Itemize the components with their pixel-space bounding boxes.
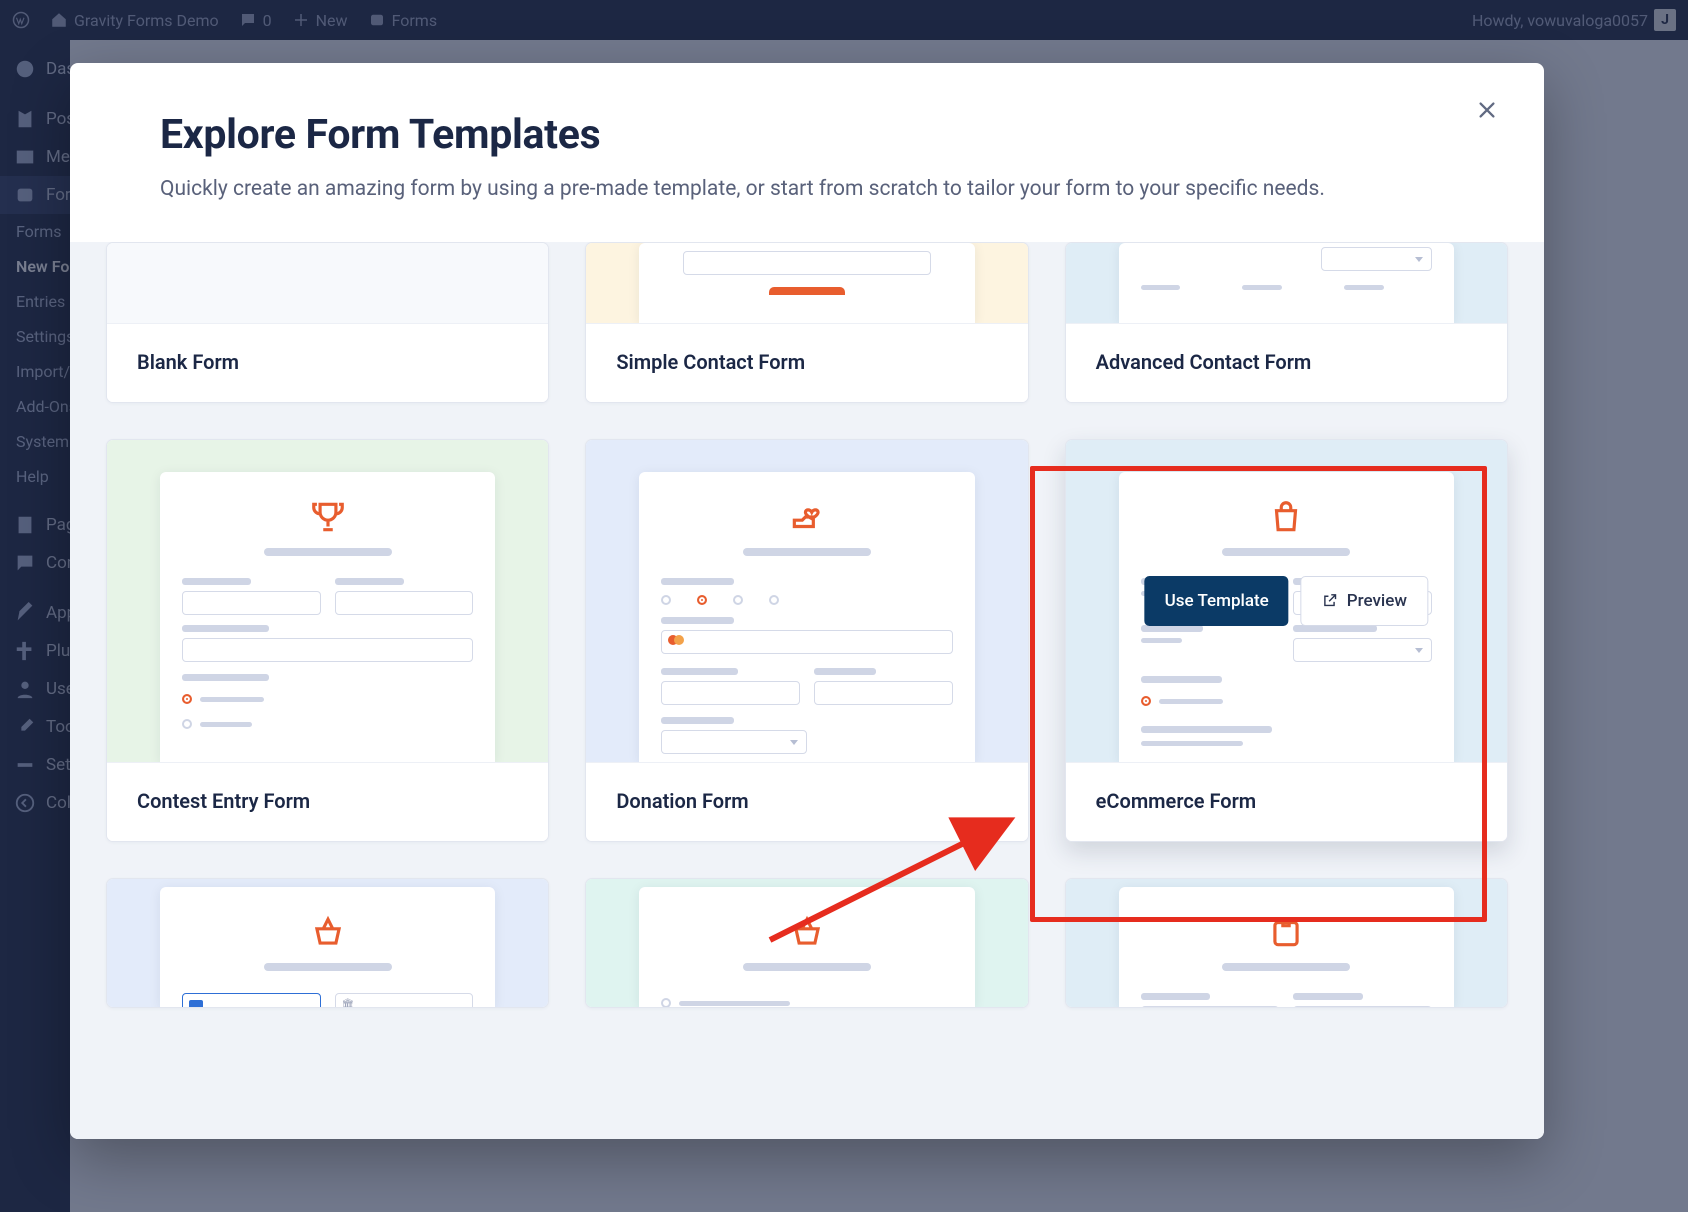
modal-subtitle: Quickly create an amazing form by using … [160, 173, 1380, 206]
close-icon [1476, 99, 1498, 121]
template-label: eCommerce Form [1066, 762, 1507, 841]
use-template-button[interactable]: Use Template [1145, 576, 1289, 626]
template-card-row3c[interactable] [1065, 878, 1508, 1008]
template-label: Donation Form [586, 762, 1027, 841]
modal-title: Explore Form Templates [160, 111, 1454, 159]
template-label: Contest Entry Form [107, 762, 548, 841]
template-card-simple-contact[interactable]: Simple Contact Form [585, 242, 1028, 403]
basket-icon [182, 913, 473, 951]
preview-button[interactable]: Preview [1301, 576, 1428, 626]
external-link-icon [1322, 592, 1339, 609]
template-card-contest-entry[interactable]: Contest Entry Form [106, 439, 549, 842]
shopping-bag-icon [1141, 498, 1432, 536]
basket-icon [661, 913, 952, 951]
template-card-donation[interactable]: Donation Form [585, 439, 1028, 842]
template-card-ecommerce[interactable]: Use Template Preview eCommerce Form [1065, 439, 1508, 842]
template-card-blank[interactable]: Blank Form [106, 242, 549, 403]
template-card-row3a[interactable]: 🏛 [106, 878, 549, 1008]
modal-close-button[interactable] [1476, 99, 1498, 127]
template-label: Simple Contact Form [586, 323, 1027, 402]
template-card-row3b[interactable] [585, 878, 1028, 1008]
template-label: Blank Form [107, 323, 548, 402]
trophy-icon [182, 498, 473, 536]
template-card-advanced-contact[interactable]: Advanced Contact Form [1065, 242, 1508, 403]
template-modal: Explore Form Templates Quickly create an… [70, 63, 1544, 1139]
donate-icon [661, 498, 952, 536]
id-badge-icon [1141, 913, 1432, 951]
template-label: Advanced Contact Form [1066, 323, 1507, 402]
